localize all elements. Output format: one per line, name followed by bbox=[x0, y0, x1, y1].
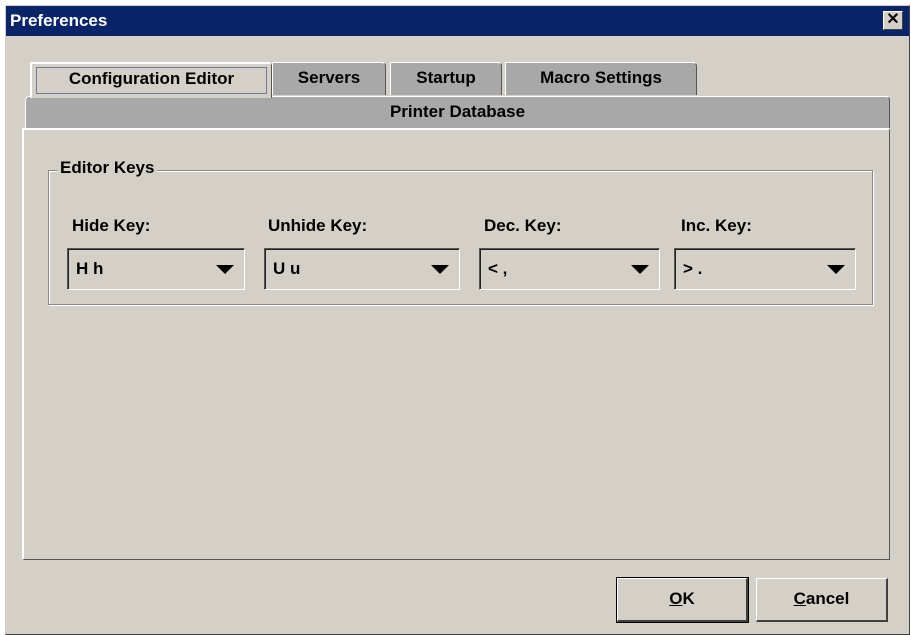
combo-value: H h bbox=[76, 259, 104, 278]
cancel-mnemonic: C bbox=[793, 589, 806, 608]
ok-label-rest: K bbox=[682, 589, 695, 608]
combo-value: > . bbox=[683, 259, 703, 278]
ok-mnemonic: O bbox=[669, 589, 683, 608]
group-title: Editor Keys bbox=[57, 158, 158, 178]
cancel-button[interactable]: Cancel bbox=[756, 578, 888, 622]
tab-label: Printer Database bbox=[389, 102, 526, 121]
cancel-label-rest: ancel bbox=[805, 589, 850, 608]
tab-macro-settings[interactable]: Macro Settings bbox=[505, 62, 697, 95]
inc-key-select[interactable]: > . bbox=[674, 248, 856, 290]
chevron-down-icon[interactable] bbox=[827, 265, 845, 274]
combo-value: < , bbox=[488, 259, 508, 278]
dec-key-label: Dec. Key: bbox=[484, 216, 562, 235]
chevron-down-icon[interactable] bbox=[431, 265, 449, 274]
hide-key-select[interactable]: H h bbox=[67, 248, 245, 290]
tab-printer-database[interactable]: Printer Database bbox=[25, 96, 890, 128]
close-button[interactable]: ✕ bbox=[883, 11, 903, 30]
tab-label: Startup bbox=[416, 68, 476, 87]
ok-button[interactable]: OK bbox=[616, 577, 749, 623]
unhide-key-select[interactable]: U u bbox=[264, 248, 460, 290]
unhide-key-label: Unhide Key: bbox=[268, 216, 368, 235]
chevron-down-icon[interactable] bbox=[631, 265, 649, 274]
tab-startup[interactable]: Startup bbox=[390, 62, 502, 95]
dec-key-select[interactable]: < , bbox=[479, 248, 660, 290]
tab-servers[interactable]: Servers bbox=[272, 62, 386, 95]
tab-configuration-editor[interactable]: Configuration Editor bbox=[30, 62, 272, 98]
tab-focus-ring bbox=[36, 67, 267, 94]
close-icon: ✕ bbox=[886, 11, 900, 28]
hide-key-label: Hide Key: bbox=[72, 216, 151, 235]
tab-label: Servers bbox=[297, 68, 361, 87]
chevron-down-icon[interactable] bbox=[216, 265, 234, 274]
window-title: Preferences bbox=[10, 11, 108, 30]
tab-label: Macro Settings bbox=[540, 68, 662, 87]
inc-key-label: Inc. Key: bbox=[681, 216, 752, 235]
combo-value: U u bbox=[273, 259, 301, 278]
title-bar[interactable]: Preferences ✕ bbox=[6, 6, 909, 36]
